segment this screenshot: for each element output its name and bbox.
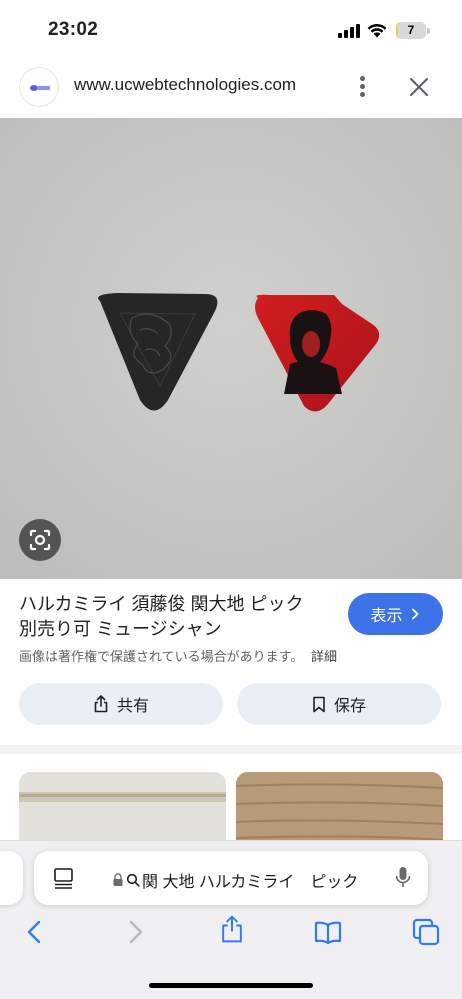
site-url[interactable]: www.ucwebtechnologies.com bbox=[74, 75, 296, 95]
browser-toolbar: 関 大地 ハルカミライ ピック bbox=[0, 840, 462, 999]
related-image-photo bbox=[19, 772, 226, 847]
tabs-icon[interactable] bbox=[411, 917, 441, 947]
details-link[interactable]: 詳細 bbox=[311, 649, 337, 664]
more-options-icon[interactable] bbox=[352, 72, 374, 102]
share-button-label: 共有 bbox=[116, 698, 149, 715]
share-icon[interactable] bbox=[217, 914, 247, 944]
related-image-photo bbox=[236, 772, 443, 847]
share-icon bbox=[94, 695, 108, 713]
home-indicator bbox=[149, 983, 313, 988]
bookmark-icon bbox=[313, 696, 325, 712]
save-button[interactable]: 保存 bbox=[237, 683, 441, 725]
battery-icon: 7 bbox=[396, 22, 430, 39]
visit-button[interactable]: 表示 bbox=[348, 593, 443, 635]
wifi-icon bbox=[367, 23, 387, 38]
related-image-thumbnail[interactable] bbox=[19, 772, 226, 847]
guitar-picks-photo bbox=[0, 118, 462, 579]
site-header: www.ucwebtechnologies.com bbox=[0, 60, 462, 118]
related-image-thumbnail[interactable] bbox=[236, 772, 443, 847]
lens-icon bbox=[29, 529, 51, 551]
section-divider bbox=[0, 745, 462, 754]
share-button[interactable]: 共有 bbox=[19, 683, 223, 725]
microphone-icon[interactable] bbox=[394, 865, 412, 891]
battery-level: 7 bbox=[407, 23, 415, 37]
lock-icon bbox=[113, 873, 123, 886]
search-icon bbox=[126, 873, 140, 887]
page-menu-icon[interactable] bbox=[53, 867, 75, 889]
copyright-text: 画像は著作権で保護されている場合があります。 bbox=[19, 649, 304, 664]
main-image[interactable] bbox=[0, 118, 462, 579]
copyright-notice: 画像は著作権で保護されている場合があります。 詳細 bbox=[19, 646, 337, 665]
site-logo-icon bbox=[30, 85, 50, 91]
address-bar[interactable]: 関 大地 ハルカミライ ピック bbox=[34, 851, 428, 905]
image-title-line2: 別売り可 ミュージシャン bbox=[19, 619, 222, 639]
chevron-right-icon bbox=[411, 608, 418, 620]
previous-tab-peek[interactable] bbox=[0, 851, 23, 905]
close-icon[interactable] bbox=[404, 72, 434, 102]
signal-icon bbox=[338, 24, 360, 38]
forward-icon[interactable] bbox=[120, 917, 150, 947]
status-time: 23:02 bbox=[48, 19, 99, 40]
image-title-line1: ハルカミライ 須藤俊 関大地 ピック bbox=[19, 594, 304, 614]
address-text-row: 関 大地 ハルカミライ ピック bbox=[112, 868, 358, 892]
address-query: 関 大地 ハルカミライ ピック bbox=[142, 874, 359, 891]
save-button-label: 保存 bbox=[333, 698, 366, 715]
visit-button-label: 表示 bbox=[370, 608, 403, 625]
bookmarks-icon[interactable] bbox=[313, 917, 343, 947]
image-title[interactable]: ハルカミライ 須藤俊 関大地 ピック 別売り可 ミュージシャン bbox=[19, 592, 329, 642]
back-icon[interactable] bbox=[20, 917, 50, 947]
status-bar: 23:02 7 bbox=[0, 0, 462, 60]
google-lens-button[interactable] bbox=[19, 519, 61, 561]
site-logo[interactable] bbox=[19, 67, 59, 107]
